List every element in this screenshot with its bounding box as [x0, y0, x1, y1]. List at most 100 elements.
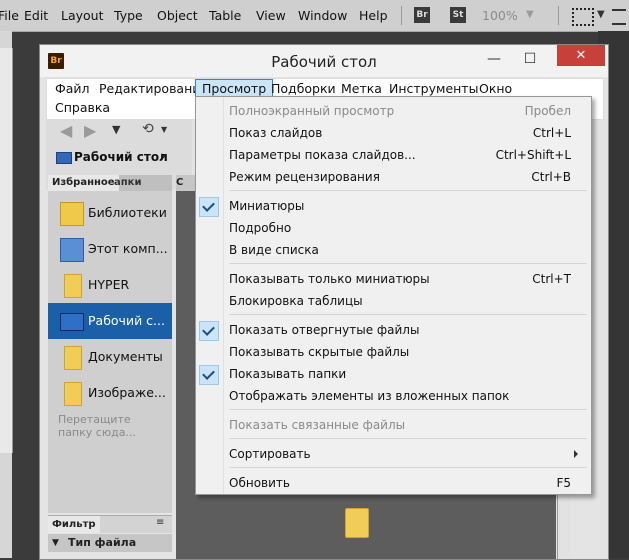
- host-menu-layout[interactable]: Layout: [61, 0, 104, 31]
- title-bar: Br Рабочий стол — ☐ ✕: [40, 45, 608, 77]
- menu-item-show-subfolder-items[interactable]: Отображать элементы из вложенных папок: [196, 385, 591, 407]
- favorite-label: HYPER: [88, 277, 130, 292]
- menu-item-label: Показать связанные файлы: [229, 418, 406, 432]
- menu-item-list[interactable]: В виде списка: [196, 239, 591, 261]
- screen-mode-icon[interactable]: [572, 8, 594, 26]
- menu-item-label: Обновить: [229, 476, 290, 490]
- host-menu-view[interactable]: View: [256, 0, 286, 31]
- chevron-down-icon[interactable]: ▼: [112, 123, 120, 136]
- zoom-level-field[interactable]: 100%: [482, 0, 518, 31]
- menu-item-label: Показывать скрытые файлы: [229, 345, 410, 359]
- favorite-item-documents[interactable]: Документы: [48, 339, 172, 375]
- menu-item-lock-grid[interactable]: Блокировка таблицы: [196, 290, 591, 312]
- menu-separator: [229, 263, 587, 264]
- menu-item-slideshow-options[interactable]: Параметры показа слайдов... Ctrl+Shift+L: [196, 144, 591, 166]
- back-arrow-icon[interactable]: ◀: [60, 121, 72, 140]
- close-button[interactable]: ✕: [557, 45, 605, 66]
- menu-item-label: Показывать папки: [229, 367, 347, 381]
- chevron-down-icon[interactable]: ▼: [597, 9, 605, 20]
- menu-item-label: Миниатюры: [229, 199, 305, 213]
- menu-separator: [229, 314, 587, 315]
- menu-item-label: Сортировать: [229, 447, 311, 461]
- folder-icon: [64, 274, 82, 298]
- host-menu-table[interactable]: Table: [209, 0, 241, 31]
- menu-item-show-rejected[interactable]: Показать отвергнутые файлы: [196, 319, 591, 341]
- menu-item-sort[interactable]: Сортировать: [196, 443, 591, 465]
- tab-filter[interactable]: Фильтр: [48, 516, 100, 533]
- menu-item-fullscreen[interactable]: Полноэкранный просмотр Пробел: [196, 100, 591, 122]
- host-separator: [401, 6, 402, 25]
- menu-item-thumbnails[interactable]: Миниатюры: [196, 195, 591, 217]
- host-menu-object[interactable]: Object: [157, 0, 198, 31]
- favorite-label: Этот комп...: [88, 241, 168, 256]
- menu-item-label: Показать отвергнутые файлы: [229, 323, 420, 337]
- favorite-item-computer[interactable]: Этот комп...: [48, 231, 172, 267]
- host-menu-file[interactable]: File: [0, 0, 19, 31]
- host-tools-panel: [0, 48, 13, 453]
- view-menu-dropdown: Полноэкранный просмотр Пробел Показ слай…: [195, 96, 592, 495]
- menu-item-label: Отображать элементы из вложенных папок: [229, 389, 510, 403]
- checkmark-icon: [199, 321, 219, 341]
- favorite-label: Библиотеки: [88, 205, 167, 220]
- favorite-label: Документы: [88, 349, 163, 364]
- minimize-button[interactable]: —: [478, 45, 510, 73]
- favorite-item-pictures[interactable]: Изображе...: [48, 375, 172, 411]
- menu-item-label: Режим рецензирования: [229, 170, 380, 184]
- menu-help[interactable]: Справка: [49, 98, 116, 118]
- bridge-launch-icon[interactable]: Br: [414, 7, 430, 23]
- recent-icon[interactable]: ⟲: [142, 121, 154, 137]
- chevron-down-icon[interactable]: ▼: [526, 9, 534, 20]
- menu-file[interactable]: Файл: [49, 79, 96, 99]
- host-menu-type[interactable]: Type: [114, 0, 143, 31]
- favorite-item-desktop[interactable]: Рабочий с...: [48, 303, 172, 339]
- menu-item-show-hidden[interactable]: Показывать скрытые файлы: [196, 341, 591, 363]
- menu-item-shortcut: F5: [556, 476, 571, 490]
- favorite-item-libraries[interactable]: Библиотеки: [48, 195, 172, 231]
- menu-separator: [229, 409, 587, 410]
- chevron-down-icon[interactable]: ▼: [161, 125, 167, 134]
- menu-item-label: Подробно: [229, 221, 292, 235]
- menu-item-shortcut: Ctrl+Shift+L: [495, 148, 571, 162]
- menu-item-review-mode[interactable]: Режим рецензирования Ctrl+B: [196, 166, 591, 188]
- host-menu-window[interactable]: Window: [298, 0, 347, 31]
- checkmark-icon: [199, 365, 219, 385]
- panel-menu-icon[interactable]: ≡: [156, 517, 164, 528]
- menu-item-shortcut: Ctrl+B: [531, 170, 571, 184]
- chevron-down-icon: ▼: [52, 538, 59, 548]
- filter-row-label: Тип файла: [68, 536, 137, 549]
- host-menu-edit[interactable]: Edit: [24, 0, 48, 31]
- stock-launch-icon[interactable]: St: [450, 7, 466, 23]
- menu-icon[interactable]: [612, 9, 626, 25]
- favorite-item-hyper[interactable]: HYPER: [48, 267, 172, 303]
- breadcrumb-arrow-icon[interactable]: ›: [160, 147, 166, 165]
- menu-item-show-linked[interactable]: Показать связанные файлы: [196, 414, 591, 436]
- menu-item-refresh[interactable]: Обновить F5: [196, 472, 591, 494]
- folder-icon[interactable]: [345, 508, 369, 538]
- menu-item-label: В виде списка: [229, 243, 319, 257]
- menu-item-label: Показывать только миниатюры: [229, 272, 430, 286]
- maximize-button[interactable]: ☐: [514, 45, 546, 73]
- panel-tabs: Избранное апки: [48, 175, 172, 191]
- host-menu-help[interactable]: Help: [359, 0, 388, 31]
- menu-item-details[interactable]: Подробно: [196, 217, 591, 239]
- forward-arrow-icon[interactable]: ▶: [84, 121, 96, 140]
- tab-folders[interactable]: апки: [114, 175, 141, 191]
- libraries-icon: [60, 202, 84, 226]
- submenu-arrow-icon: [574, 450, 578, 458]
- filter-header: Фильтр ≡: [48, 515, 172, 533]
- menu-item-show-folders[interactable]: Показывать папки: [196, 363, 591, 385]
- tab-favorites[interactable]: Избранное: [48, 175, 119, 191]
- menu-item-thumbnails-only[interactable]: Показывать только миниатюры Ctrl+T: [196, 268, 591, 290]
- menu-item-label: Полноэкранный просмотр: [229, 104, 395, 118]
- documents-icon: [64, 346, 82, 370]
- host-menu-bar: File Edit Layout Type Object Table View …: [0, 0, 629, 32]
- menu-separator: [229, 467, 587, 468]
- pictures-icon: [64, 382, 82, 406]
- filter-row[interactable]: ▼ Тип файла: [48, 534, 172, 552]
- checkmark-icon: [199, 197, 219, 217]
- menu-item-label: Блокировка таблицы: [229, 294, 363, 308]
- menu-item-shortcut: Ctrl+T: [532, 272, 571, 286]
- breadcrumb[interactable]: Рабочий стол: [74, 150, 168, 164]
- menu-item-label: Показ слайдов: [229, 126, 323, 140]
- menu-item-slideshow[interactable]: Показ слайдов Ctrl+L: [196, 122, 591, 144]
